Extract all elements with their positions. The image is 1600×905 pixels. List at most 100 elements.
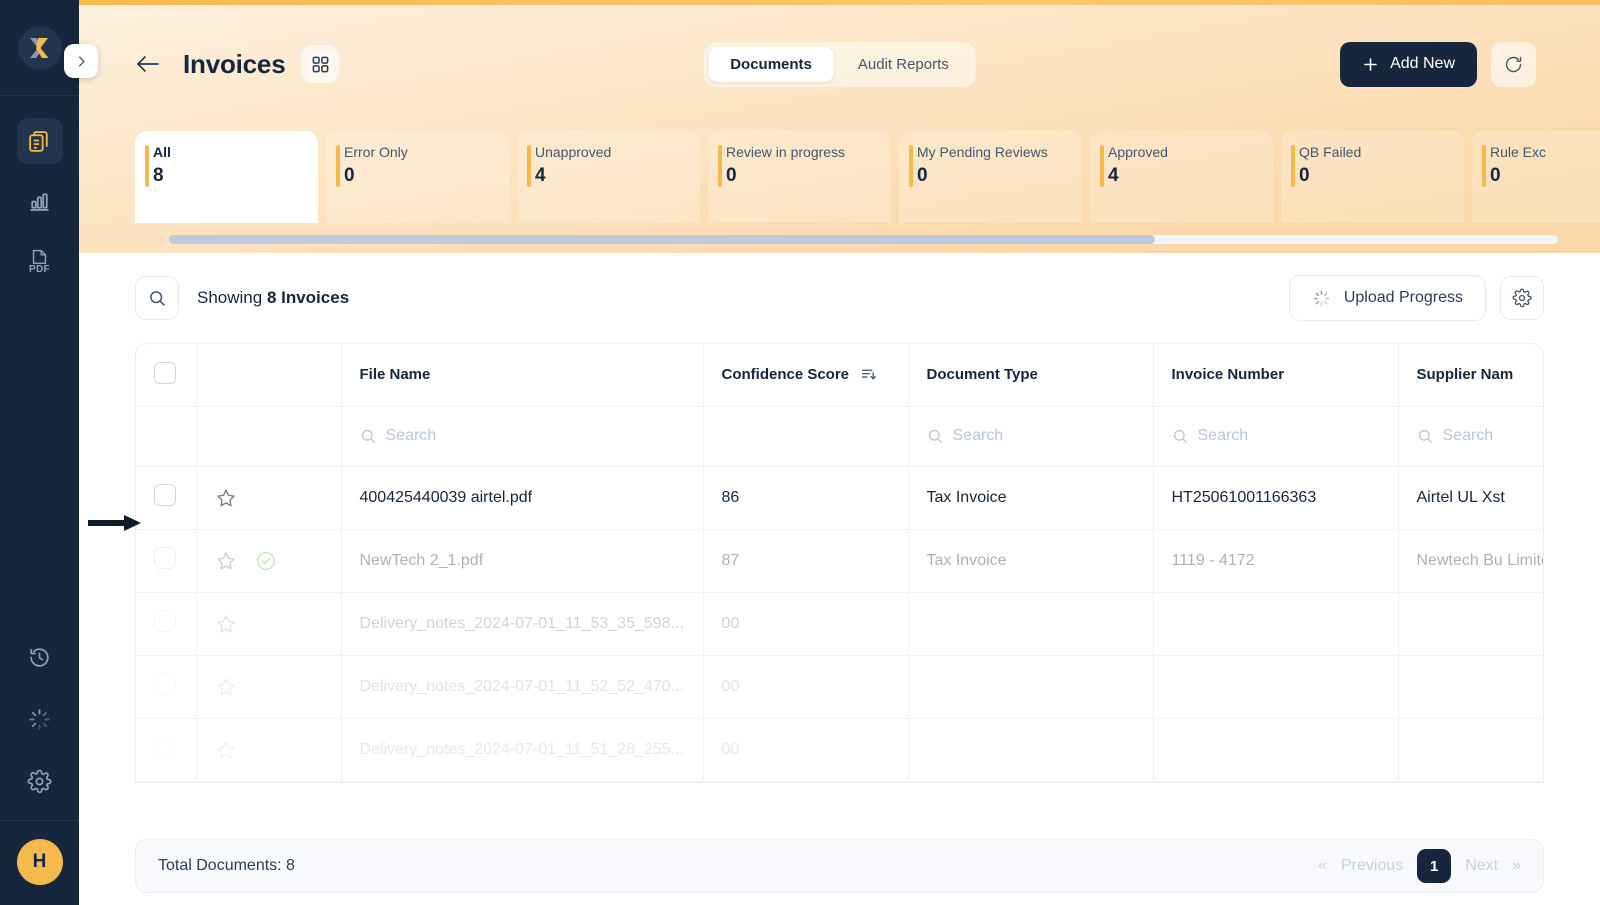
stat-accent-bar <box>1100 145 1104 187</box>
stat-accent-bar <box>1482 145 1486 187</box>
stat-cards-scrollbar-thumb[interactable] <box>169 235 1156 244</box>
row-file-name[interactable]: Delivery_notes_2024-07-01_11_52_52_470..… <box>341 655 704 719</box>
row-checkbox[interactable] <box>154 610 176 632</box>
row-file-name[interactable]: Delivery_notes_2024-07-01_11_53_35_598..… <box>341 592 704 656</box>
row-document-type <box>908 718 1154 782</box>
row-file-name[interactable]: 400425440039 airtel.pdf <box>341 466 704 530</box>
table-row[interactable]: Delivery_notes_2024-07-01_11_52_52_470..… <box>136 655 1543 719</box>
stat-label: Review in progress <box>726 144 846 160</box>
row-star-cell <box>196 718 342 782</box>
sidebar-item-settings[interactable] <box>17 758 63 804</box>
star-icon[interactable] <box>215 487 237 509</box>
table-bottom-fade <box>135 805 1544 839</box>
row-file-name[interactable]: Delivery_notes_2024-07-01_11_51_28_255..… <box>341 718 704 782</box>
stat-card-unapproved[interactable]: Unapproved 4 <box>517 131 700 223</box>
table-settings-button[interactable] <box>1500 276 1544 320</box>
search-cell-file-name[interactable]: Search <box>341 406 704 467</box>
pagination-next[interactable]: Next <box>1459 857 1504 875</box>
star-icon[interactable] <box>215 676 237 698</box>
row-checkbox[interactable] <box>154 736 176 758</box>
add-new-button[interactable]: Add New <box>1340 41 1477 87</box>
back-button[interactable] <box>135 53 161 75</box>
table-body: 400425440039 airtel.pdf 86 Tax Invoice H… <box>136 466 1543 782</box>
row-checkbox[interactable] <box>154 673 176 695</box>
table-footer: Total Documents: 8 « Previous 1 Next » <box>135 839 1544 893</box>
search-button[interactable] <box>135 276 179 320</box>
row-document-type <box>908 655 1154 719</box>
stat-card-error-only[interactable]: Error Only 0 <box>326 131 509 223</box>
history-clock-icon <box>30 647 49 667</box>
app-root: PDF H Invoices Documents Audit Reports A… <box>0 0 1600 905</box>
bar-chart-icon <box>30 192 49 211</box>
stat-accent-bar <box>909 145 913 187</box>
tab-documents[interactable]: Documents <box>708 47 834 82</box>
page-title: Invoices <box>183 48 286 79</box>
table-row[interactable]: Delivery_notes_2024-07-01_11_51_28_255..… <box>136 718 1543 782</box>
stat-value: 0 <box>1490 165 1501 186</box>
search-cell-supplier-name[interactable]: Search <box>1398 406 1543 467</box>
stat-accent-bar <box>145 145 149 187</box>
header-confidence-score[interactable]: Confidence Score <box>703 344 909 407</box>
table-search-row: Search Search Search Search <box>136 406 1543 467</box>
header-invoice-number[interactable]: Invoice Number <box>1153 344 1399 407</box>
row-checkbox[interactable] <box>154 484 176 506</box>
star-icon[interactable] <box>215 613 237 635</box>
stat-cards-scrollbar[interactable] <box>169 235 1558 244</box>
sidebar-collapse-button[interactable] <box>64 44 98 78</box>
stat-label: My Pending Reviews <box>917 144 1048 160</box>
pagination-page-1[interactable]: 1 <box>1417 849 1452 883</box>
row-checkbox-cell <box>136 655 197 719</box>
stat-card-my-pending-reviews[interactable]: My Pending Reviews 0 <box>899 131 1082 223</box>
stat-value: 0 <box>917 165 928 186</box>
row-checkbox[interactable] <box>154 547 176 569</box>
refresh-icon <box>1505 56 1522 72</box>
sidebar-item-history[interactable] <box>17 634 63 680</box>
sidebar-item-documents[interactable] <box>16 118 63 164</box>
select-all-checkbox[interactable] <box>154 361 176 384</box>
pagination-prev-chevron[interactable]: « <box>1318 857 1327 875</box>
row-confidence-score: 00 <box>703 718 909 782</box>
star-icon[interactable] <box>215 739 237 761</box>
sidebar-item-pdf[interactable]: PDF <box>17 238 63 284</box>
row-confidence-score: 00 <box>703 655 909 719</box>
stat-accent-bar <box>527 145 531 187</box>
right-arrow-pointer-icon <box>88 515 141 531</box>
stat-card-rule-exception[interactable]: Rule Exc 0 <box>1472 131 1600 223</box>
sidebar-item-analytics[interactable] <box>17 178 63 224</box>
stat-cards-scroller[interactable]: All 8 Error Only 0 Unapproved 4 Review i… <box>135 123 1600 253</box>
table-row[interactable]: 400425440039 airtel.pdf 86 Tax Invoice H… <box>136 466 1543 530</box>
grid-view-button[interactable] <box>301 45 340 83</box>
search-cell-star <box>196 406 342 467</box>
table-row[interactable]: NewTech 2_1.pdf 87 Tax Invoice 1119 - 41… <box>136 529 1543 593</box>
tab-audit-reports[interactable]: Audit Reports <box>836 47 971 82</box>
header-supplier-name[interactable]: Supplier Nam <box>1398 344 1543 407</box>
stat-card-review-in-progress[interactable]: Review in progress 0 <box>708 131 891 223</box>
row-invoice-number <box>1153 655 1399 719</box>
sidebar-bottom: H <box>0 634 79 905</box>
pagination-previous[interactable]: Previous <box>1335 857 1409 875</box>
row-star-cell <box>196 466 342 530</box>
row-star-cell <box>196 592 342 656</box>
avatar[interactable]: H <box>16 839 63 885</box>
pagination-next-chevron[interactable]: » <box>1512 857 1521 875</box>
sort-descending-icon[interactable] <box>860 366 877 383</box>
header-file-name[interactable]: File Name <box>341 344 704 407</box>
sidebar-item-processing[interactable] <box>17 696 63 742</box>
arrow-left-icon <box>137 56 159 72</box>
stat-card-all[interactable]: All 8 <box>135 131 318 223</box>
search-cell-invoice-number[interactable]: Search <box>1153 406 1399 467</box>
refresh-button[interactable] <box>1491 41 1536 87</box>
stat-card-approved[interactable]: Approved 4 <box>1090 131 1273 223</box>
table-row[interactable]: Delivery_notes_2024-07-01_11_53_35_598..… <box>136 592 1543 656</box>
pagination: « Previous 1 Next » <box>1318 849 1521 883</box>
search-cell-document-type[interactable]: Search <box>908 406 1154 467</box>
upload-progress-button[interactable]: Upload Progress <box>1288 275 1486 321</box>
list-toolbar: Showing 8 Invoices Upload Progress <box>135 253 1544 343</box>
header-document-type[interactable]: Document Type <box>908 344 1154 407</box>
row-file-name[interactable]: NewTech 2_1.pdf <box>341 529 704 593</box>
main-area: Invoices Documents Audit Reports Add New… <box>79 0 1600 905</box>
stat-card-qb-failed[interactable]: QB Failed 0 <box>1281 131 1464 223</box>
app-logo[interactable] <box>17 25 62 70</box>
star-icon[interactable] <box>215 550 237 572</box>
stat-value: 0 <box>726 165 737 186</box>
